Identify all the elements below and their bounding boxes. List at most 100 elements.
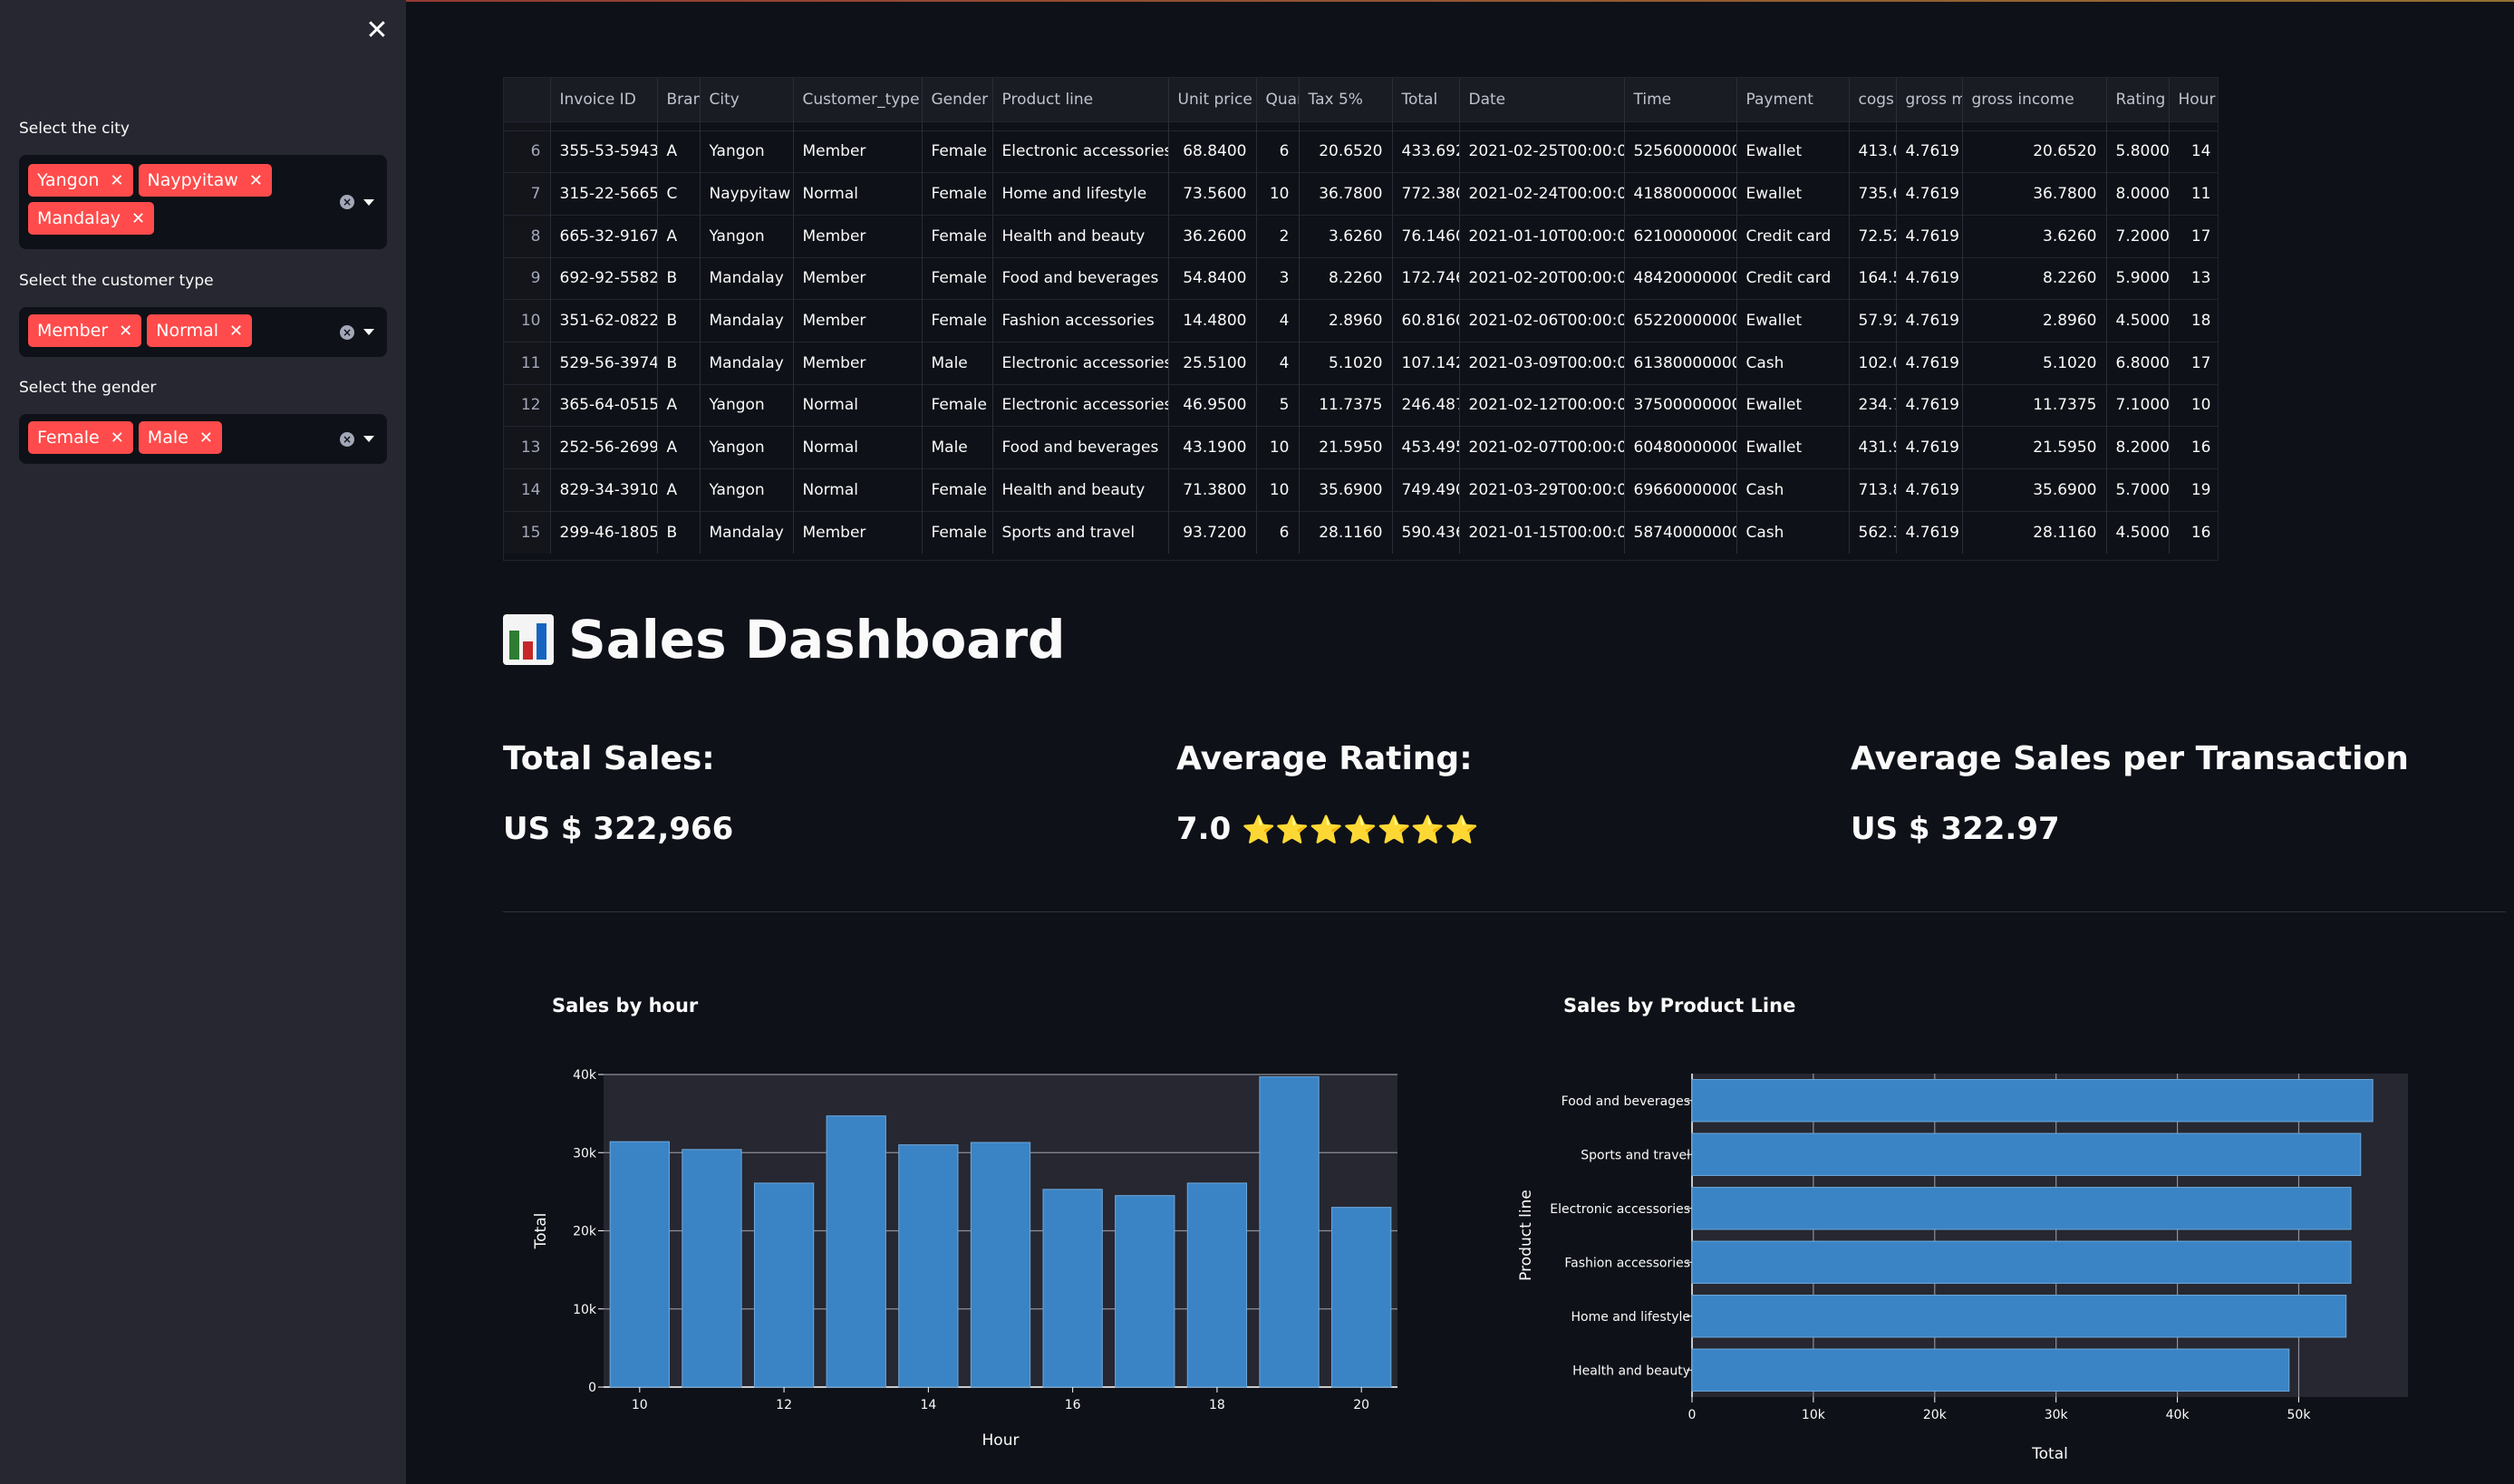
column-header[interactable]: Gender bbox=[922, 78, 993, 121]
table-row[interactable]: 6 355-53-5943 A Yangon Member Female Electroni… bbox=[504, 130, 2218, 173]
table-cell: Electronic accessories bbox=[992, 341, 1169, 385]
column-header[interactable]: Total bbox=[1392, 78, 1460, 121]
column-header[interactable]: Date bbox=[1459, 78, 1625, 121]
tag-yangon[interactable]: Yangon ✕ bbox=[28, 164, 133, 197]
table-cell: Yangon bbox=[700, 426, 794, 469]
column-header[interactable]: cogs bbox=[1849, 78, 1897, 121]
x-tick-label: 0 bbox=[1688, 1408, 1697, 1422]
table-cell: Electronic accessories bbox=[992, 383, 1169, 427]
x-tick-label: 50k bbox=[2287, 1408, 2312, 1422]
remove-tag-icon[interactable]: ✕ bbox=[119, 322, 132, 341]
bar bbox=[1259, 1076, 1320, 1388]
table-row[interactable]: 8 665-32-9167 A Yangon Member Female Health an… bbox=[504, 214, 2218, 258]
total-sales-label: Total Sales: bbox=[503, 740, 715, 777]
column-header[interactable]: gross income bbox=[1962, 78, 2107, 121]
column-header[interactable] bbox=[504, 78, 551, 121]
table-cell: 68.8400 bbox=[1168, 130, 1257, 173]
remove-tag-icon[interactable]: ✕ bbox=[229, 322, 243, 341]
bar bbox=[1691, 1348, 2290, 1392]
chevron-down-icon[interactable] bbox=[363, 329, 374, 335]
table-cell: 60480000000 bbox=[1624, 426, 1737, 469]
gender-filter-label: Select the gender bbox=[19, 379, 157, 397]
gender-multiselect[interactable]: Female ✕ Male ✕ × bbox=[19, 414, 387, 464]
table-cell: 5.7000 bbox=[2106, 468, 2170, 512]
tag-naypyitaw[interactable]: Naypyitaw ✕ bbox=[138, 164, 272, 197]
tag-female[interactable]: Female ✕ bbox=[28, 421, 133, 454]
table-cell: 2021-02-25T00:00:00 bbox=[1459, 130, 1625, 173]
table-row[interactable]: 7 315-22-5665 C Naypyitaw Normal Female Home a… bbox=[504, 172, 2218, 216]
column-header[interactable]: Quar bbox=[1256, 78, 1300, 121]
table-cell: 11 bbox=[2169, 172, 2218, 216]
table-cell: 6 bbox=[1256, 130, 1300, 173]
column-header[interactable]: Hour bbox=[2169, 78, 2218, 121]
remove-tag-icon[interactable]: ✕ bbox=[111, 429, 124, 448]
tag-normal[interactable]: Normal ✕ bbox=[147, 314, 253, 347]
table-row[interactable]: 9 692-92-5582 B Mandalay Member Female Food an… bbox=[504, 256, 2218, 300]
dataframe[interactable]: Invoice ID Bran City Customer_type Gender Pro… bbox=[503, 77, 2219, 561]
tag-member[interactable]: Member ✕ bbox=[28, 314, 142, 347]
table-cell: 69660000000 bbox=[1624, 468, 1737, 512]
table-cell: 18 bbox=[2169, 299, 2218, 342]
table-cell: 2021-03-29T00:00:00 bbox=[1459, 468, 1625, 512]
column-header[interactable]: Time bbox=[1624, 78, 1737, 121]
column-header[interactable]: Payment bbox=[1736, 78, 1850, 121]
clear-all-icon[interactable]: × bbox=[340, 195, 354, 209]
table-cell: 17 bbox=[2169, 214, 2218, 258]
remove-tag-icon[interactable]: ✕ bbox=[110, 171, 123, 190]
table-cell: 2.8960 bbox=[1962, 299, 2107, 342]
table-row-partial bbox=[504, 120, 2218, 130]
table-cell: Ewallet bbox=[1736, 130, 1850, 173]
table-cell: 14.4800 bbox=[1168, 299, 1257, 342]
table-cell: 749.4900 bbox=[1392, 468, 1460, 512]
table-cell: 2021-01-10T00:00:00 bbox=[1459, 214, 1625, 258]
table-cell: A bbox=[657, 383, 701, 427]
table-cell: 19 bbox=[2169, 468, 2218, 512]
column-header[interactable]: Invoice ID bbox=[550, 78, 658, 121]
column-header[interactable]: gross m: bbox=[1896, 78, 1963, 121]
remove-tag-icon[interactable]: ✕ bbox=[131, 209, 145, 228]
avg-sales-value: US $ 322.97 bbox=[1851, 811, 2060, 847]
table-cell: Ewallet bbox=[1736, 383, 1850, 427]
table-row[interactable]: 13 252-56-2699 A Yangon Normal Male Food and b… bbox=[504, 426, 2218, 469]
table-cell: 16 bbox=[2169, 510, 2218, 554]
remove-tag-icon[interactable]: ✕ bbox=[249, 171, 263, 190]
tag-male[interactable]: Male ✕ bbox=[138, 421, 222, 454]
table-cell: Female bbox=[922, 510, 993, 554]
table-cell: 164.5200 bbox=[1849, 256, 1897, 300]
table-cell: Female bbox=[922, 468, 993, 512]
table-row[interactable]: 12 365-64-0515 A Yangon Normal Female Electron… bbox=[504, 383, 2218, 427]
column-header[interactable]: Bran bbox=[657, 78, 701, 121]
table-cell: B bbox=[657, 341, 701, 385]
chevron-down-icon[interactable] bbox=[363, 436, 374, 442]
chevron-down-icon[interactable] bbox=[363, 198, 374, 206]
clear-all-icon[interactable]: × bbox=[340, 324, 354, 340]
table-cell: 2021-02-20T00:00:00 bbox=[1459, 256, 1625, 300]
customer-type-multiselect[interactable]: Member ✕ Normal ✕ × bbox=[19, 307, 387, 357]
table-cell: Male bbox=[922, 426, 993, 469]
table-cell: Home and lifestyle bbox=[992, 172, 1169, 216]
clear-all-icon[interactable]: × bbox=[340, 431, 354, 447]
column-header[interactable]: Product line bbox=[992, 78, 1169, 121]
column-header[interactable]: Rating bbox=[2106, 78, 2170, 121]
table-row[interactable]: 11 529-56-3974 B Mandalay Member Male Electron… bbox=[504, 341, 2218, 385]
table-row[interactable]: 15 299-46-1805 B Mandalay Member Female Sports… bbox=[504, 510, 2218, 554]
y-tick-label: 20k bbox=[573, 1225, 597, 1239]
city-multiselect[interactable]: Yangon ✕ Naypyitaw ✕ Mandalay ✕ × bbox=[19, 155, 387, 249]
column-header[interactable]: Unit price bbox=[1168, 78, 1257, 121]
x-tick-label: 20k bbox=[1923, 1408, 1948, 1422]
table-cell: 72.5200 bbox=[1849, 214, 1897, 258]
row-index: 10 bbox=[504, 299, 551, 342]
remove-tag-icon[interactable]: ✕ bbox=[199, 429, 213, 448]
table-cell: 35.6900 bbox=[1962, 468, 2107, 512]
table-row[interactable]: 14 829-34-3910 A Yangon Normal Female Health a… bbox=[504, 468, 2218, 512]
column-header[interactable]: Customer_type bbox=[793, 78, 923, 121]
close-sidebar-button[interactable]: ✕ bbox=[361, 14, 393, 47]
row-index: 12 bbox=[504, 383, 551, 427]
table-row[interactable]: 10 351-62-0822 B Mandalay Member Female Fashio… bbox=[504, 299, 2218, 342]
column-header[interactable]: Tax 5% bbox=[1299, 78, 1393, 121]
bar bbox=[753, 1182, 815, 1388]
column-header[interactable]: City bbox=[700, 78, 794, 121]
tag-mandalay[interactable]: Mandalay ✕ bbox=[28, 202, 155, 235]
table-cell: 8.0000 bbox=[2106, 172, 2170, 216]
table-cell: Female bbox=[922, 214, 993, 258]
